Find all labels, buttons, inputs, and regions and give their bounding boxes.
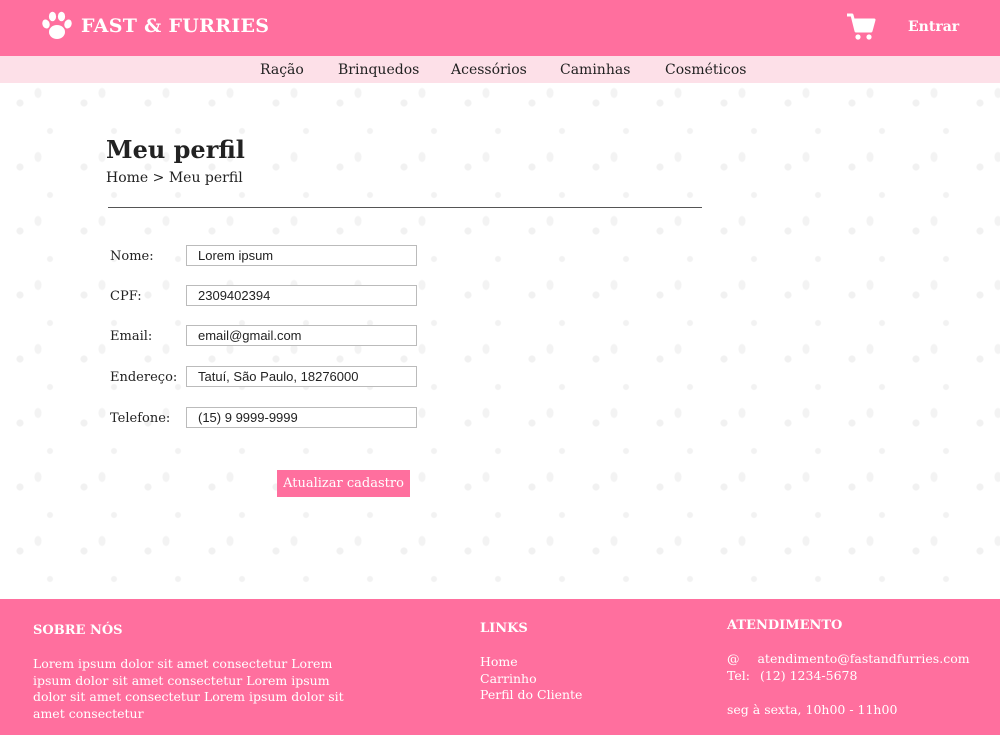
support-email-row: @ atendimento@fastandfurries.com <box>727 651 970 668</box>
about-heading: SOBRE NÓS <box>33 623 123 638</box>
support-heading: ATENDIMENTO <box>727 618 843 633</box>
footer-link-profile[interactable]: Perfil do Cliente <box>480 687 582 704</box>
site-footer: SOBRE NÓS Lorem ipsum dolor sit amet con… <box>0 599 1000 735</box>
page-title: Meu perfil <box>106 135 245 164</box>
footer-link-home[interactable]: Home <box>480 654 582 671</box>
title-divider <box>108 207 702 208</box>
phone-field[interactable]: (15) 9 9999-9999 <box>186 407 417 428</box>
phone-prefix: Tel: <box>727 668 750 683</box>
top-header: FAST & FURRIES Entrar <box>0 0 1000 56</box>
footer-link-cart[interactable]: Carrinho <box>480 671 582 688</box>
cpf-label: CPF: <box>110 289 142 304</box>
phone-label: Telefone: <box>110 411 171 426</box>
brand-logo[interactable]: FAST & FURRIES <box>41 11 269 41</box>
profile-main: Meu perfil Home > Meu perfil Nome: Lorem… <box>0 83 1000 599</box>
name-field[interactable]: Lorem ipsum <box>186 245 417 266</box>
footer-links: Home Carrinho Perfil do Cliente <box>480 654 582 704</box>
address-field[interactable]: Tatuí, São Paulo, 18276000 <box>186 366 417 387</box>
support-phone: (12) 1234-5678 <box>759 668 858 683</box>
shopping-cart-icon[interactable] <box>846 13 876 41</box>
update-profile-button[interactable]: Atualizar cadastro <box>277 470 410 497</box>
category-racao[interactable]: Ração <box>260 62 304 78</box>
address-label: Endereço: <box>110 370 178 385</box>
email-at-icon: @ <box>727 651 740 666</box>
cpf-field[interactable]: 2309402394 <box>186 285 417 306</box>
paw-icon <box>41 11 73 41</box>
category-caminhas[interactable]: Caminhas <box>560 62 630 78</box>
about-text: Lorem ipsum dolor sit amet consectetur L… <box>33 656 344 721</box>
support-email[interactable]: atendimento@fastandfurries.com <box>757 651 969 666</box>
support-phone-row: Tel: (12) 1234-5678 <box>727 668 857 685</box>
category-cosmeticos[interactable]: Cosméticos <box>665 62 746 78</box>
name-label: Nome: <box>110 249 154 264</box>
login-link[interactable]: Entrar <box>908 19 959 35</box>
email-label: Email: <box>110 329 153 344</box>
email-field[interactable]: email@gmail.com <box>186 325 417 346</box>
breadcrumb: Home > Meu perfil <box>106 170 243 186</box>
links-heading: LINKS <box>480 621 528 636</box>
category-acessorios[interactable]: Acessórios <box>451 62 527 78</box>
support-hours: seg à sexta, 10h00 - 11h00 <box>727 702 898 717</box>
category-nav: Ração Brinquedos Acessórios Caminhas Cos… <box>0 56 1000 83</box>
brand-name: FAST & FURRIES <box>81 15 270 37</box>
category-brinquedos[interactable]: Brinquedos <box>338 62 419 78</box>
